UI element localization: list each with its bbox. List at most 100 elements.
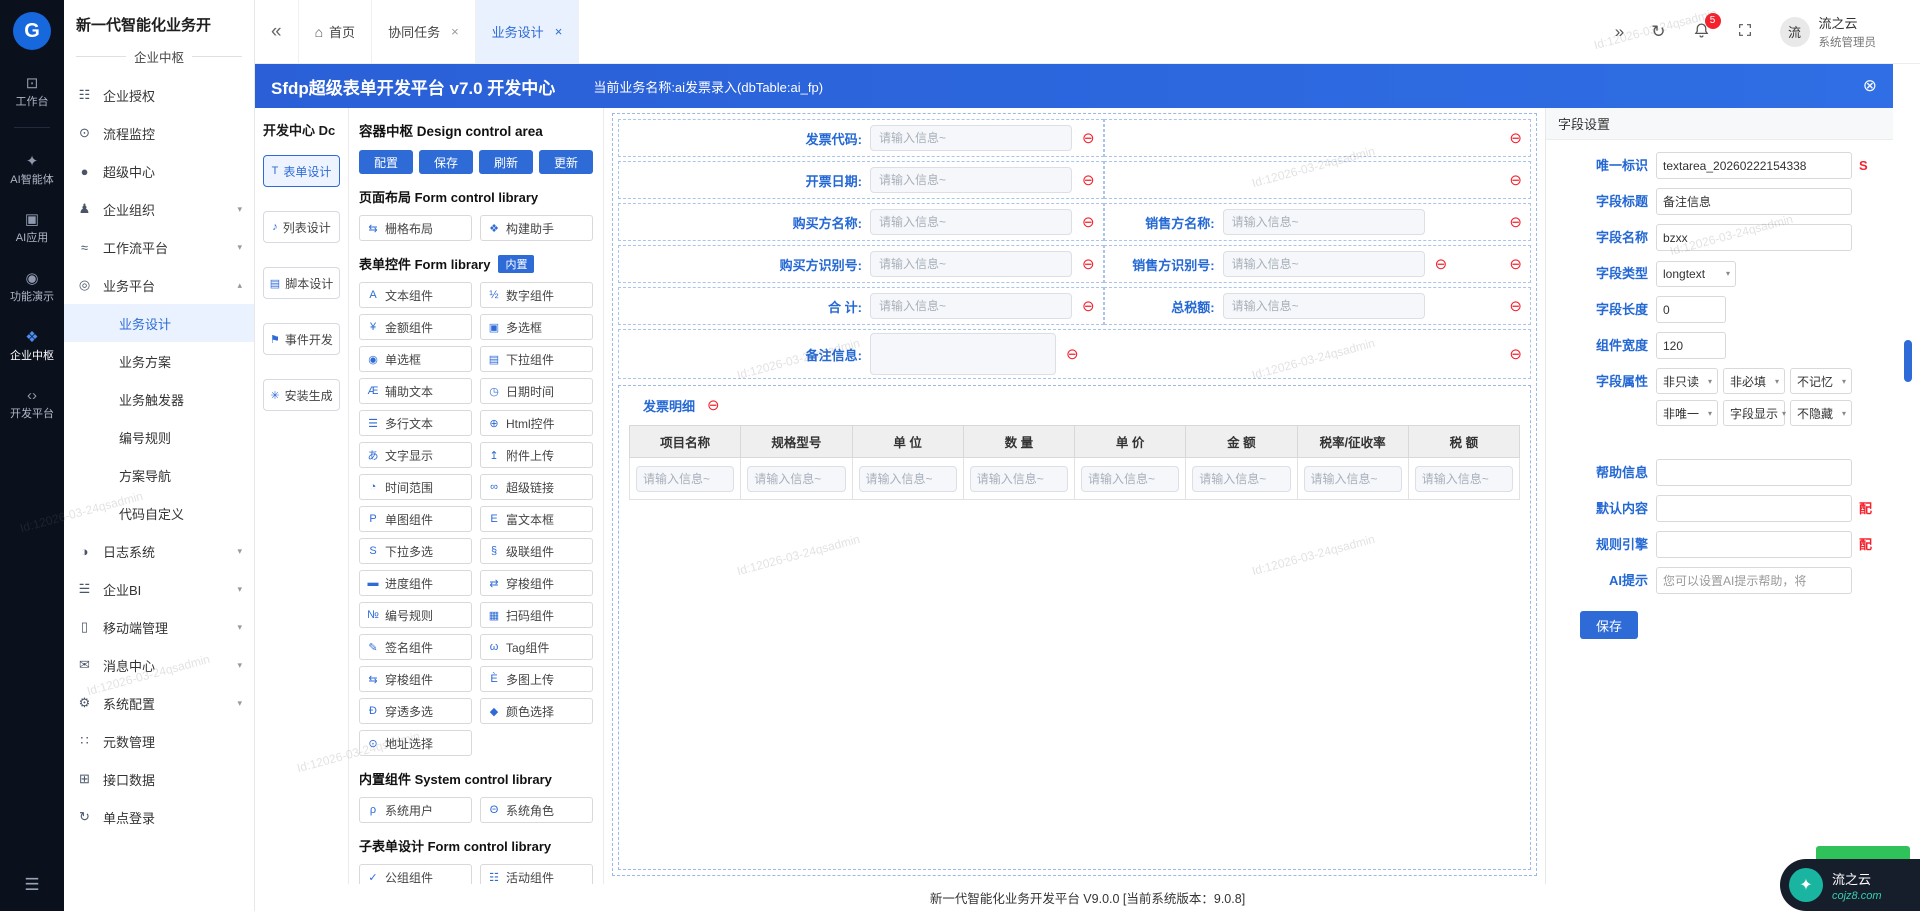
field-invoice-code[interactable]: 发票代码: ⊖ — [618, 119, 1104, 157]
close-icon[interactable]: × — [451, 24, 459, 39]
expand-tabs-icon[interactable]: » — [1615, 23, 1624, 40]
default-config-button[interactable]: 配 — [1859, 495, 1872, 522]
control-checkbox[interactable]: ▣ 多选框 — [480, 314, 593, 340]
field-length-input[interactable] — [1656, 296, 1726, 323]
control-grid-layout[interactable]: ⇆ 栅格布局 — [359, 215, 472, 241]
sidebar-subitem-business-plan[interactable]: 业务方案 — [64, 342, 254, 380]
remove-field-icon[interactable]: ⊖ — [1509, 347, 1522, 362]
app-logo[interactable]: G — [13, 12, 51, 50]
control-dropdown[interactable]: ▤ 下拉组件 — [480, 346, 593, 372]
field-name-input[interactable] — [1656, 224, 1852, 251]
rail-item-dev-platform[interactable]: ‹› 开发平台 — [10, 388, 54, 421]
scrollbar-thumb[interactable] — [1904, 340, 1912, 382]
sidebar-item-workflow-platform[interactable]: ≈ 工作流平台 ▾ — [64, 228, 254, 266]
update-button[interactable]: 更新 — [539, 150, 593, 174]
remove-field-icon[interactable]: ⊖ — [1082, 215, 1095, 230]
control-multi-image-upload[interactable]: È 多图上传 — [480, 666, 593, 692]
readonly-select[interactable]: 非只读 ▾ — [1656, 368, 1718, 394]
field-type-select[interactable]: longtext ▾ — [1656, 260, 1736, 287]
control-signature[interactable]: ✎ 签名组件 — [359, 634, 472, 660]
notification-bell-icon[interactable]: 5 — [1693, 12, 1721, 42]
sidebar-item-process-monitor[interactable]: ⊙ 流程监控 — [64, 114, 254, 152]
remove-field-icon[interactable]: ⊖ — [1509, 215, 1522, 230]
control-single-image[interactable]: P 单图组件 — [359, 506, 472, 532]
control-datetime[interactable]: ◷ 日期时间 — [480, 378, 593, 404]
sidebar-subitem-code-custom[interactable]: 代码自定义 — [64, 494, 254, 532]
remove-field-icon[interactable]: ⊖ — [1082, 299, 1095, 314]
total-input[interactable] — [870, 293, 1072, 319]
remark-textarea[interactable] — [870, 333, 1056, 375]
install-generate-button[interactable]: ✳ 安装生成 — [263, 379, 340, 411]
sidebar-subitem-plan-nav[interactable]: 方案导航 — [64, 456, 254, 494]
memory-select[interactable]: 不记忆 ▾ — [1790, 368, 1852, 394]
sidebar-subitem-business-design[interactable]: 业务设计 — [64, 304, 254, 342]
sidebar-item-log-system[interactable]: ◑ 日志系统 ▾ — [64, 532, 254, 570]
invoice-code-input[interactable] — [870, 125, 1072, 151]
control-qr-scan[interactable]: ▦ 扫码组件 — [480, 602, 593, 628]
save-button[interactable]: 保存 — [419, 150, 473, 174]
config-button[interactable]: 配置 — [359, 150, 413, 174]
seller-tax-id-input[interactable] — [1222, 251, 1425, 277]
required-select[interactable]: 非必填 ▾ — [1723, 368, 1785, 394]
sidebar-item-sso[interactable]: ↻ 单点登录 — [64, 798, 254, 836]
field-title-input[interactable] — [1656, 188, 1852, 215]
total-tax-input[interactable] — [1222, 293, 1425, 319]
chat-widget[interactable]: ✦ 流之云 cojz8.com — [1780, 859, 1920, 911]
control-multi-select-dropdown[interactable]: S 下拉多选 — [359, 538, 472, 564]
control-system-role[interactable]: Θ 系统角色 — [480, 797, 593, 823]
rail-item-feature-demo[interactable]: ◉ 功能演示 — [10, 271, 54, 304]
control-transfer-2[interactable]: ⇆ 穿梭组件 — [359, 666, 472, 692]
sidebar-item-super-center[interactable]: ● 超级中心 — [64, 152, 254, 190]
help-info-input[interactable] — [1656, 459, 1852, 486]
sidebar-item-message-center[interactable]: ✉ 消息中心 ▾ — [64, 646, 254, 684]
detail-cell-input[interactable] — [969, 465, 1068, 492]
remove-field-icon[interactable]: ⊖ — [1066, 347, 1079, 362]
remove-field-icon[interactable]: ⊖ — [1435, 257, 1448, 272]
sidebar-item-mobile-mgmt[interactable]: ▯ 移动端管理 ▾ — [64, 608, 254, 646]
sidebar-item-system-config[interactable]: ⚙ 系统配置 ▾ — [64, 684, 254, 722]
tab-collab-tasks[interactable]: 协同任务 × — [371, 0, 475, 63]
rail-item-ai-app[interactable]: ▣ AI应用 — [16, 212, 48, 245]
control-radio[interactable]: ◉ 单选框 — [359, 346, 472, 372]
detail-cell-input[interactable] — [636, 465, 735, 492]
close-icon[interactable]: × — [555, 24, 563, 39]
unique-id-input[interactable] — [1656, 152, 1852, 179]
control-progress[interactable]: ▬ 进度组件 — [359, 570, 472, 596]
user-menu[interactable]: 流 流之云 系统管理员 — [1779, 13, 1876, 50]
seller-name-input[interactable] — [1222, 209, 1425, 235]
form-design-button[interactable]: T 表单设计 — [263, 155, 340, 187]
sidebar-subitem-number-rule[interactable]: 编号规则 — [64, 418, 254, 456]
script-design-button[interactable]: ▤ 脚本设计 — [263, 267, 340, 299]
tab-business-design[interactable]: 业务设计 × — [474, 0, 580, 63]
rail-item-enterprise-hub[interactable]: ❖ 企业中枢 — [10, 330, 54, 363]
detail-cell-input[interactable] — [858, 465, 957, 492]
fullscreen-icon[interactable] — [1737, 22, 1753, 41]
control-tag[interactable]: ω Tag组件 — [480, 634, 593, 660]
refresh-button[interactable]: 刷新 — [479, 150, 533, 174]
detail-cell-input[interactable] — [747, 465, 846, 492]
sidebar-item-enterprise-bi[interactable]: ☱ 企业BI ▾ — [64, 570, 254, 608]
control-html[interactable]: ⊕ Html控件 — [480, 410, 593, 436]
unique-select[interactable]: 非唯一 ▾ — [1656, 400, 1718, 426]
field-seller-name[interactable]: 销售方名称: ⊖ — [1103, 203, 1531, 241]
rule-engine-input[interactable] — [1656, 531, 1852, 558]
control-text-display[interactable]: あ文字显示 — [359, 442, 472, 468]
empty-cell[interactable]: ⊖ — [1103, 119, 1531, 157]
close-workbench-icon[interactable]: ⊗ — [1863, 76, 1877, 96]
control-time-range[interactable]: ◔ 时间范围 — [359, 474, 472, 500]
ai-hint-input[interactable] — [1656, 567, 1852, 594]
control-rich-text[interactable]: E 富文本框 — [480, 506, 593, 532]
detail-cell-input[interactable] — [1414, 465, 1513, 492]
control-number-rule[interactable]: № 编号规则 — [359, 602, 472, 628]
default-content-input[interactable] — [1656, 495, 1852, 522]
hamburger-menu-icon[interactable]: ☰ — [24, 875, 39, 895]
sidebar-item-enterprise-auth[interactable]: ☷ 企业授权 — [64, 76, 254, 114]
remove-field-icon[interactable]: ⊖ — [1509, 131, 1522, 146]
hidden-select[interactable]: 不隐藏 ▾ — [1790, 400, 1852, 426]
field-total[interactable]: 合 计: ⊖ — [618, 287, 1104, 325]
remove-field-icon[interactable]: ⊖ — [1082, 131, 1095, 146]
rule-config-button[interactable]: 配 — [1859, 531, 1872, 558]
control-drill-multi-select[interactable]: Ð 穿透多选 — [359, 698, 472, 724]
buyer-tax-id-input[interactable] — [870, 251, 1072, 277]
display-select[interactable]: 字段显示 ▾ — [1723, 400, 1786, 426]
